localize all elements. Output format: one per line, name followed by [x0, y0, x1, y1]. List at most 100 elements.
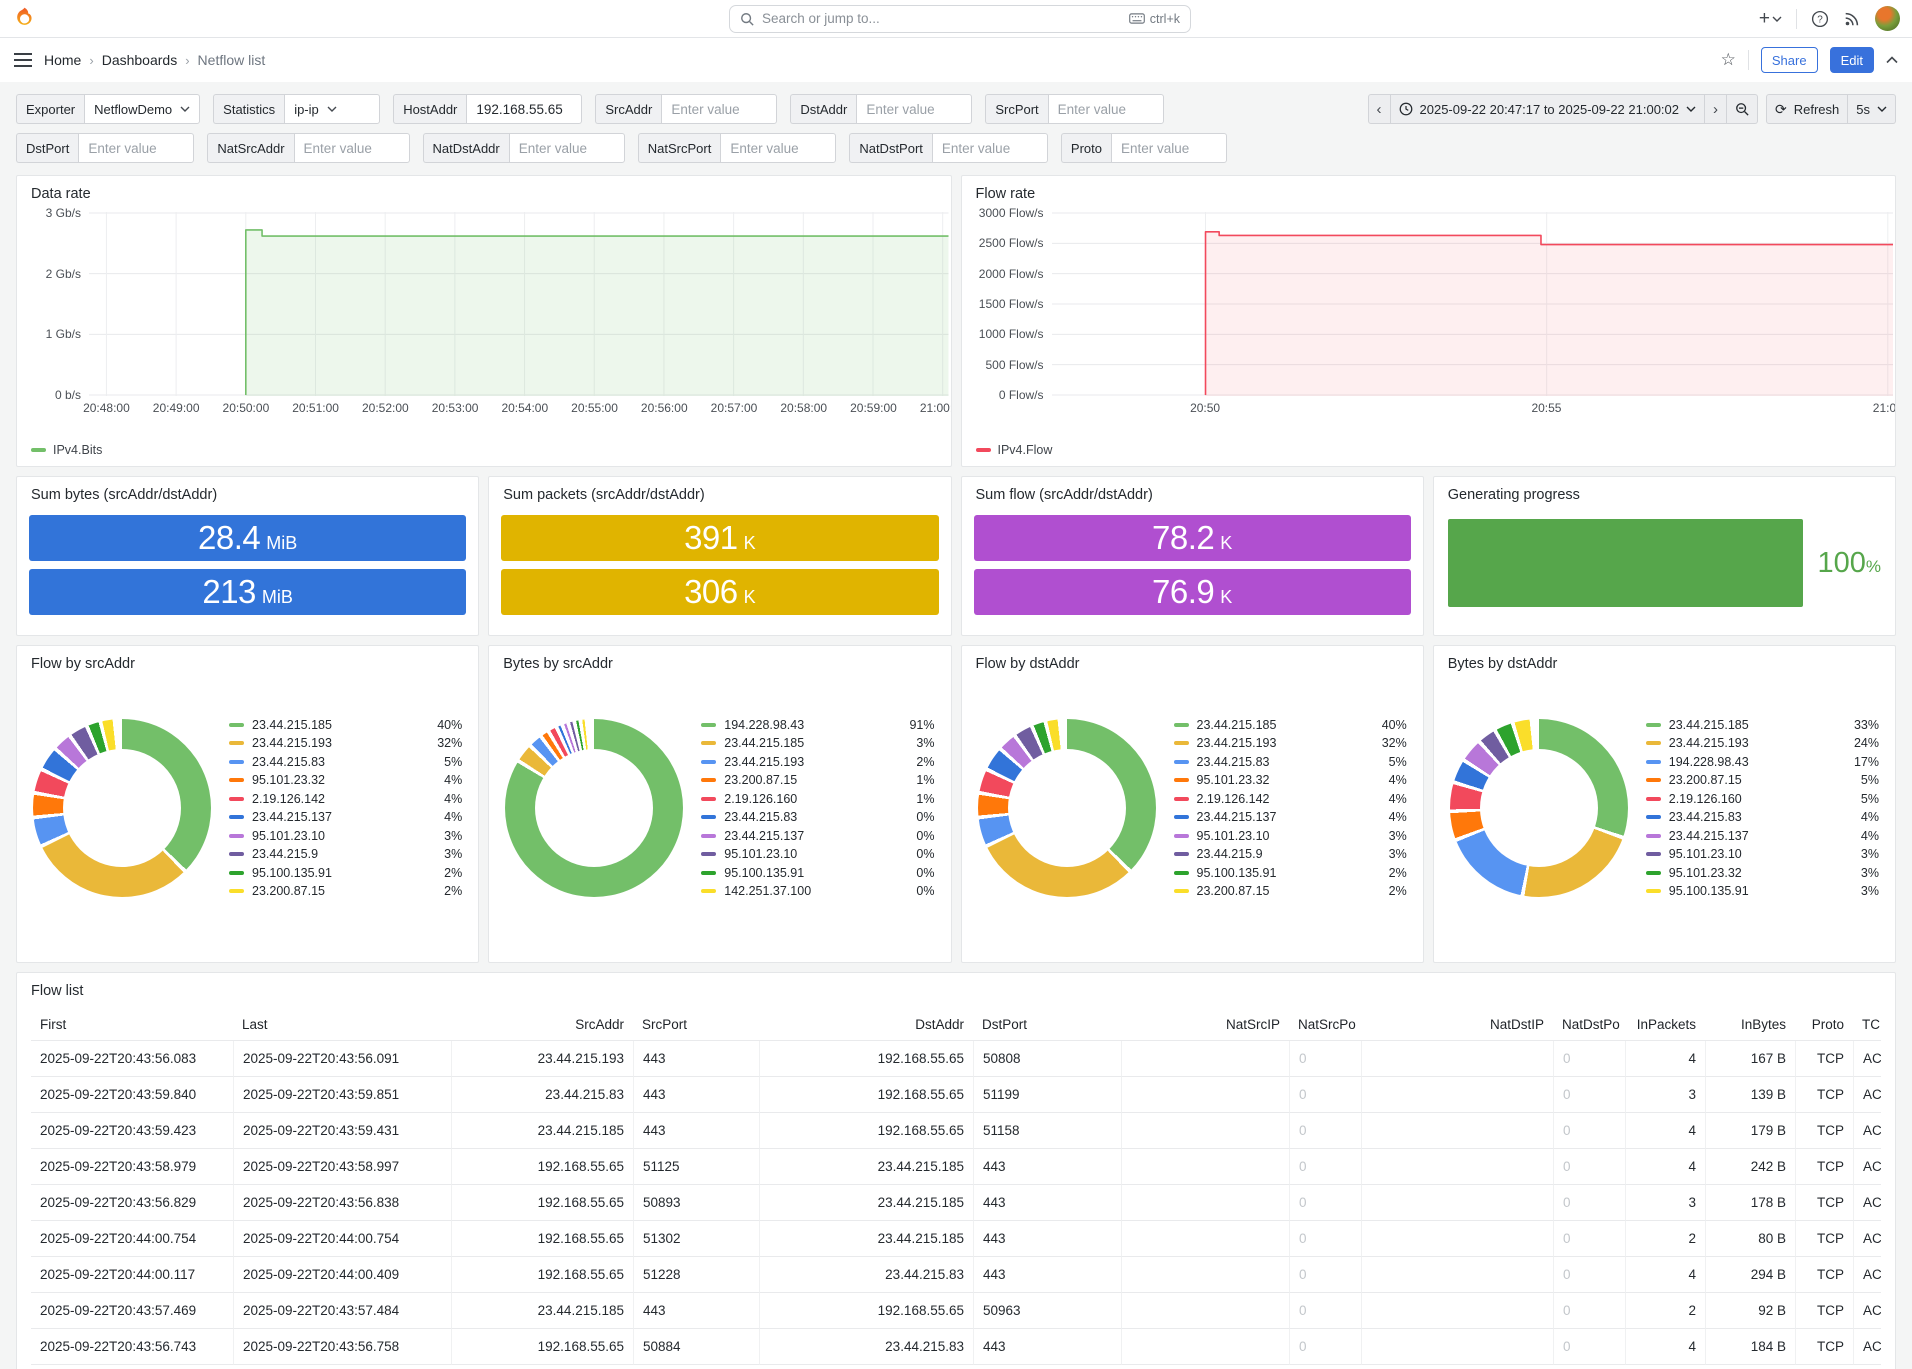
filter-input-natdstport[interactable]	[932, 133, 1048, 163]
legend-item[interactable]: 23.44.215.1853%	[701, 736, 934, 750]
legend-item[interactable]: 2.19.126.1601%	[701, 792, 934, 806]
col-dstport[interactable]: DstPort	[973, 1009, 1121, 1041]
filter-input-natsrcaddr[interactable]	[294, 133, 410, 163]
share-button[interactable]: Share	[1761, 47, 1818, 73]
avatar[interactable]	[1875, 6, 1900, 31]
legend-item[interactable]: 23.44.215.19324%	[1646, 736, 1879, 750]
legend-item[interactable]: 95.101.23.100%	[701, 847, 934, 861]
table-row[interactable]: 2025-09-22T20:43:58.9792025-09-22T20:43:…	[31, 1149, 1881, 1185]
col-natdstip[interactable]: NatDstIP	[1361, 1009, 1553, 1041]
col-srcport[interactable]: SrcPort	[633, 1009, 759, 1041]
filter-input-natsrcport[interactable]	[720, 133, 836, 163]
panel-title[interactable]: Sum flow (srcAddr/dstAddr)	[962, 477, 1423, 507]
table-row[interactable]: 2025-09-22T20:43:59.8402025-09-22T20:43:…	[31, 1077, 1881, 1113]
col-inpackets[interactable]: InPackets	[1625, 1009, 1705, 1041]
legend-item[interactable]: 95.101.23.324%	[1174, 773, 1407, 787]
table-row[interactable]: 2025-09-22T20:44:00.1172025-09-22T20:44:…	[31, 1257, 1881, 1293]
chart-legend[interactable]: IPv4.Flow	[962, 440, 1896, 466]
news-icon[interactable]	[1843, 10, 1861, 28]
col-natdstpo[interactable]: NatDstPo	[1553, 1009, 1625, 1041]
col-natsrcip[interactable]: NatSrcIP	[1121, 1009, 1289, 1041]
table-row[interactable]: 2025-09-22T20:43:59.4232025-09-22T20:43:…	[31, 1113, 1881, 1149]
table-row[interactable]: 2025-09-22T20:43:56.0832025-09-22T20:43:…	[31, 1041, 1881, 1077]
filter-input-srcaddr[interactable]	[661, 94, 777, 124]
col-dstaddr[interactable]: DstAddr	[759, 1009, 973, 1041]
legend-item[interactable]: 95.100.135.912%	[229, 866, 462, 880]
filter-input-natdstaddr[interactable]	[509, 133, 625, 163]
legend-item[interactable]: 23.44.215.830%	[701, 810, 934, 824]
legend-item[interactable]: 23.44.215.1370%	[701, 829, 934, 843]
donut-chart[interactable]	[978, 719, 1156, 897]
panel-title[interactable]: Bytes by srcAddr	[489, 646, 950, 676]
col-inbytes[interactable]: InBytes	[1705, 1009, 1795, 1041]
legend-item[interactable]: 23.200.87.155%	[1646, 773, 1879, 787]
legend-item[interactable]: 23.44.215.19332%	[229, 736, 462, 750]
table-row[interactable]: 2025-09-22T20:44:00.7542025-09-22T20:44:…	[31, 1221, 1881, 1257]
filter-value-input[interactable]	[942, 141, 1038, 156]
legend-item[interactable]: 23.44.215.835%	[1174, 755, 1407, 769]
plot-area[interactable]	[89, 212, 949, 396]
filter-value-input[interactable]	[519, 141, 615, 156]
legend-item[interactable]: 2.19.126.1424%	[229, 792, 462, 806]
filter-input-hostaddr[interactable]	[466, 94, 582, 124]
donut-chart[interactable]	[505, 719, 683, 897]
table-row[interactable]: 2025-09-22T20:43:57.4692025-09-22T20:43:…	[31, 1293, 1881, 1329]
menu-icon[interactable]	[14, 53, 32, 67]
filter-value-input[interactable]	[730, 141, 826, 156]
global-search[interactable]: ctrl+k	[729, 5, 1191, 33]
legend-item[interactable]: 2.19.126.1424%	[1174, 792, 1407, 806]
panel-title[interactable]: Sum packets (srcAddr/dstAddr)	[489, 477, 950, 507]
help-icon[interactable]: ?	[1811, 10, 1829, 28]
time-shift-back-button[interactable]: ‹	[1368, 94, 1391, 124]
legend-item[interactable]: 95.100.135.910%	[701, 866, 934, 880]
legend-item[interactable]: 2.19.126.1605%	[1646, 792, 1879, 806]
legend-item[interactable]: 194.228.98.4317%	[1646, 755, 1879, 769]
zoom-out-button[interactable]	[1727, 94, 1758, 124]
table-row[interactable]: 2025-09-22T20:43:56.8292025-09-22T20:43:…	[31, 1185, 1881, 1221]
table-row[interactable]: 2025-09-22T20:43:56.7432025-09-22T20:43:…	[31, 1329, 1881, 1365]
chart-legend[interactable]: IPv4.Bits	[17, 440, 951, 466]
panel-title[interactable]: Flow rate	[962, 176, 1896, 206]
time-range-picker[interactable]: 2025-09-22 20:47:17 to 2025-09-22 21:00:…	[1391, 94, 1706, 124]
filter-value-input[interactable]	[304, 141, 400, 156]
panel-title[interactable]: Generating progress	[1434, 477, 1895, 507]
legend-item[interactable]: 95.101.23.103%	[1646, 847, 1879, 861]
legend-item[interactable]: 95.100.135.912%	[1174, 866, 1407, 880]
refresh-button[interactable]: ⟳ Refresh	[1766, 94, 1848, 124]
legend-item[interactable]: 95.100.135.913%	[1646, 884, 1879, 898]
legend-item[interactable]: 23.44.215.1374%	[229, 810, 462, 824]
panel-title[interactable]: Flow by srcAddr	[17, 646, 478, 676]
legend-item[interactable]: 23.44.215.93%	[229, 847, 462, 861]
col-natsrcpo[interactable]: NatSrcPo	[1289, 1009, 1361, 1041]
filter-value-input[interactable]	[88, 141, 184, 156]
donut-chart[interactable]	[1450, 719, 1628, 897]
filter-input-dstaddr[interactable]	[856, 94, 972, 124]
legend-item[interactable]: 95.101.23.323%	[1646, 866, 1879, 880]
search-input[interactable]	[762, 11, 1121, 26]
breadcrumb-dashboards[interactable]: Dashboards	[102, 52, 178, 68]
legend-item[interactable]: 23.44.215.18540%	[1174, 718, 1407, 732]
panel-title[interactable]: Flow by dstAddr	[962, 646, 1423, 676]
favorite-star-icon[interactable]: ☆	[1721, 50, 1736, 70]
col-last[interactable]: Last	[233, 1009, 451, 1041]
add-button[interactable]: +	[1759, 8, 1782, 30]
legend-item[interactable]: 23.44.215.1932%	[701, 755, 934, 769]
filter-select-statistics[interactable]: ip-ip	[284, 94, 380, 124]
donut-chart[interactable]	[33, 719, 211, 897]
filter-value-input[interactable]	[866, 102, 962, 117]
edit-button[interactable]: Edit	[1830, 47, 1874, 73]
grafana-logo[interactable]	[12, 6, 37, 31]
plot-area[interactable]	[1052, 212, 1894, 396]
legend-item[interactable]: 23.200.87.152%	[229, 884, 462, 898]
legend-item[interactable]: 23.200.87.152%	[1174, 884, 1407, 898]
legend-item[interactable]: 142.251.37.1000%	[701, 884, 934, 898]
legend-item[interactable]: 194.228.98.4391%	[701, 718, 934, 732]
col-first[interactable]: First	[31, 1009, 233, 1041]
collapse-chevron-up-icon[interactable]	[1886, 56, 1898, 64]
legend-item[interactable]: 23.44.215.1374%	[1646, 829, 1879, 843]
legend-item[interactable]: 23.44.215.835%	[229, 755, 462, 769]
col-tcpfla[interactable]: TCPFla	[1853, 1009, 1881, 1041]
panel-title[interactable]: Flow list	[17, 973, 1895, 1003]
filter-value-input[interactable]	[1058, 102, 1154, 117]
filter-input-srcport[interactable]	[1048, 94, 1164, 124]
